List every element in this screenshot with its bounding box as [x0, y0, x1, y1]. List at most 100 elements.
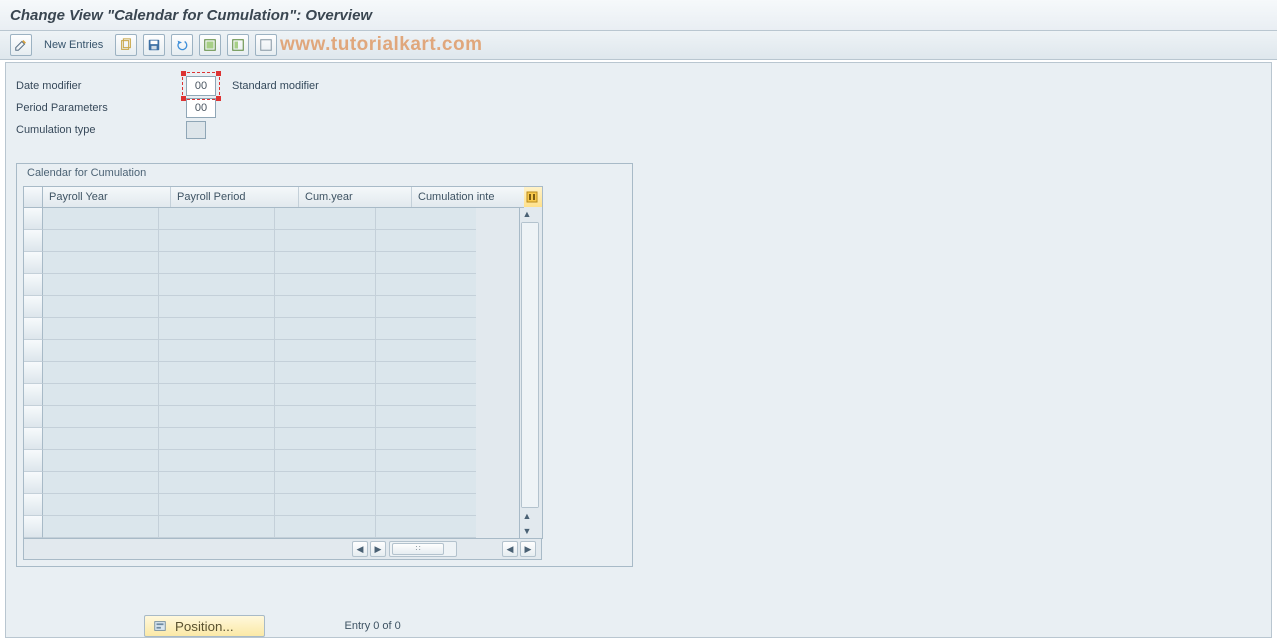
table-cell[interactable]: [376, 494, 476, 516]
row-selector[interactable]: [24, 406, 43, 428]
table-cell[interactable]: [43, 494, 159, 516]
table-cell[interactable]: [159, 230, 275, 252]
new-entries-button[interactable]: New Entries: [38, 35, 109, 55]
table-cell[interactable]: [376, 296, 476, 318]
horizontal-scrollbar[interactable]: ∷: [389, 541, 457, 557]
date-modifier-input[interactable]: [186, 76, 216, 96]
table-cell[interactable]: [43, 428, 159, 450]
save-icon[interactable]: [143, 34, 165, 56]
select-block-icon[interactable]: [227, 34, 249, 56]
table-cell[interactable]: [275, 208, 376, 230]
table-cell[interactable]: [43, 406, 159, 428]
table-cell[interactable]: [43, 450, 159, 472]
row-selector[interactable]: [24, 362, 43, 384]
row-selector[interactable]: [24, 318, 43, 340]
period-parameters-input[interactable]: [186, 98, 216, 118]
col-payroll-year[interactable]: Payroll Year: [43, 187, 171, 207]
table-cell[interactable]: [376, 516, 476, 538]
table-cell[interactable]: [275, 274, 376, 296]
group-title: Calendar for Cumulation: [23, 164, 638, 182]
table-cell[interactable]: [159, 208, 275, 230]
table-cell[interactable]: [159, 516, 275, 538]
table-cell[interactable]: [159, 406, 275, 428]
row-selector[interactable]: [24, 384, 43, 406]
table-cell[interactable]: [43, 318, 159, 340]
table-cell[interactable]: [159, 472, 275, 494]
row-selector[interactable]: [24, 252, 43, 274]
table-cell[interactable]: [275, 428, 376, 450]
table-cell[interactable]: [43, 296, 159, 318]
table-cell[interactable]: [275, 516, 376, 538]
table-cell[interactable]: [376, 362, 476, 384]
table-cell[interactable]: [376, 472, 476, 494]
deselect-all-icon[interactable]: [255, 34, 277, 56]
col-cumulation-interval[interactable]: Cumulation inte: [412, 187, 524, 207]
row-selector[interactable]: [24, 208, 43, 230]
table-cell[interactable]: [275, 362, 376, 384]
table-cell[interactable]: [275, 296, 376, 318]
col-cum-year[interactable]: Cum.year: [299, 187, 412, 207]
table-row: [24, 472, 524, 494]
table-cell[interactable]: [159, 384, 275, 406]
col-payroll-period[interactable]: Payroll Period: [171, 187, 299, 207]
table-cell[interactable]: [275, 450, 376, 472]
table-cell[interactable]: [376, 274, 476, 296]
table-cell[interactable]: [159, 252, 275, 274]
toggle-change-icon[interactable]: [10, 34, 32, 56]
copy-icon[interactable]: [115, 34, 137, 56]
table-cell[interactable]: [159, 362, 275, 384]
position-button[interactable]: Position...: [144, 615, 265, 637]
table-cell[interactable]: [159, 428, 275, 450]
table-cell[interactable]: [275, 406, 376, 428]
table-cell[interactable]: [275, 318, 376, 340]
table-cell[interactable]: [275, 494, 376, 516]
table-cell[interactable]: [376, 208, 476, 230]
table-cell[interactable]: [376, 384, 476, 406]
row-selector[interactable]: [24, 428, 43, 450]
select-all-icon[interactable]: [199, 34, 221, 56]
scroll-right-icon[interactable]: ▶: [520, 541, 536, 557]
table-cell[interactable]: [159, 340, 275, 362]
table-cell[interactable]: [43, 340, 159, 362]
table-cell[interactable]: [376, 406, 476, 428]
table-cell[interactable]: [43, 362, 159, 384]
table-cell[interactable]: [376, 318, 476, 340]
table-cell[interactable]: [376, 450, 476, 472]
row-selector[interactable]: [24, 340, 43, 362]
undo-icon[interactable]: [171, 34, 193, 56]
form-row-cumulation-type: Cumulation type: [16, 119, 1261, 141]
table-cell[interactable]: [43, 208, 159, 230]
table-cell[interactable]: [275, 472, 376, 494]
row-selector[interactable]: [24, 494, 43, 516]
scroll-col-right-icon[interactable]: ◀: [502, 541, 518, 557]
select-all-rows[interactable]: [24, 187, 43, 207]
row-selector[interactable]: [24, 450, 43, 472]
row-selector[interactable]: [24, 230, 43, 252]
table-cell[interactable]: [275, 384, 376, 406]
table-cell[interactable]: [159, 274, 275, 296]
table-cell[interactable]: [159, 494, 275, 516]
row-selector[interactable]: [24, 516, 43, 538]
table-cell[interactable]: [43, 516, 159, 538]
table-cell[interactable]: [159, 450, 275, 472]
table-cell[interactable]: [43, 230, 159, 252]
table-cell[interactable]: [376, 230, 476, 252]
row-selector[interactable]: [24, 296, 43, 318]
scroll-left-icon[interactable]: ◀: [352, 541, 368, 557]
table-cell[interactable]: [275, 230, 376, 252]
table-cell[interactable]: [376, 340, 476, 362]
scroll-col-left-icon[interactable]: ▶: [370, 541, 386, 557]
table-cell[interactable]: [275, 340, 376, 362]
table-cell[interactable]: [159, 296, 275, 318]
table-cell[interactable]: [43, 252, 159, 274]
row-selector[interactable]: [24, 274, 43, 296]
table-cell[interactable]: [43, 472, 159, 494]
table-cell[interactable]: [376, 428, 476, 450]
table-cell[interactable]: [159, 318, 275, 340]
table-cell[interactable]: [43, 384, 159, 406]
cumulation-type-input[interactable]: [186, 121, 206, 139]
table-cell[interactable]: [376, 252, 476, 274]
row-selector[interactable]: [24, 472, 43, 494]
table-cell[interactable]: [43, 274, 159, 296]
table-cell[interactable]: [275, 252, 376, 274]
